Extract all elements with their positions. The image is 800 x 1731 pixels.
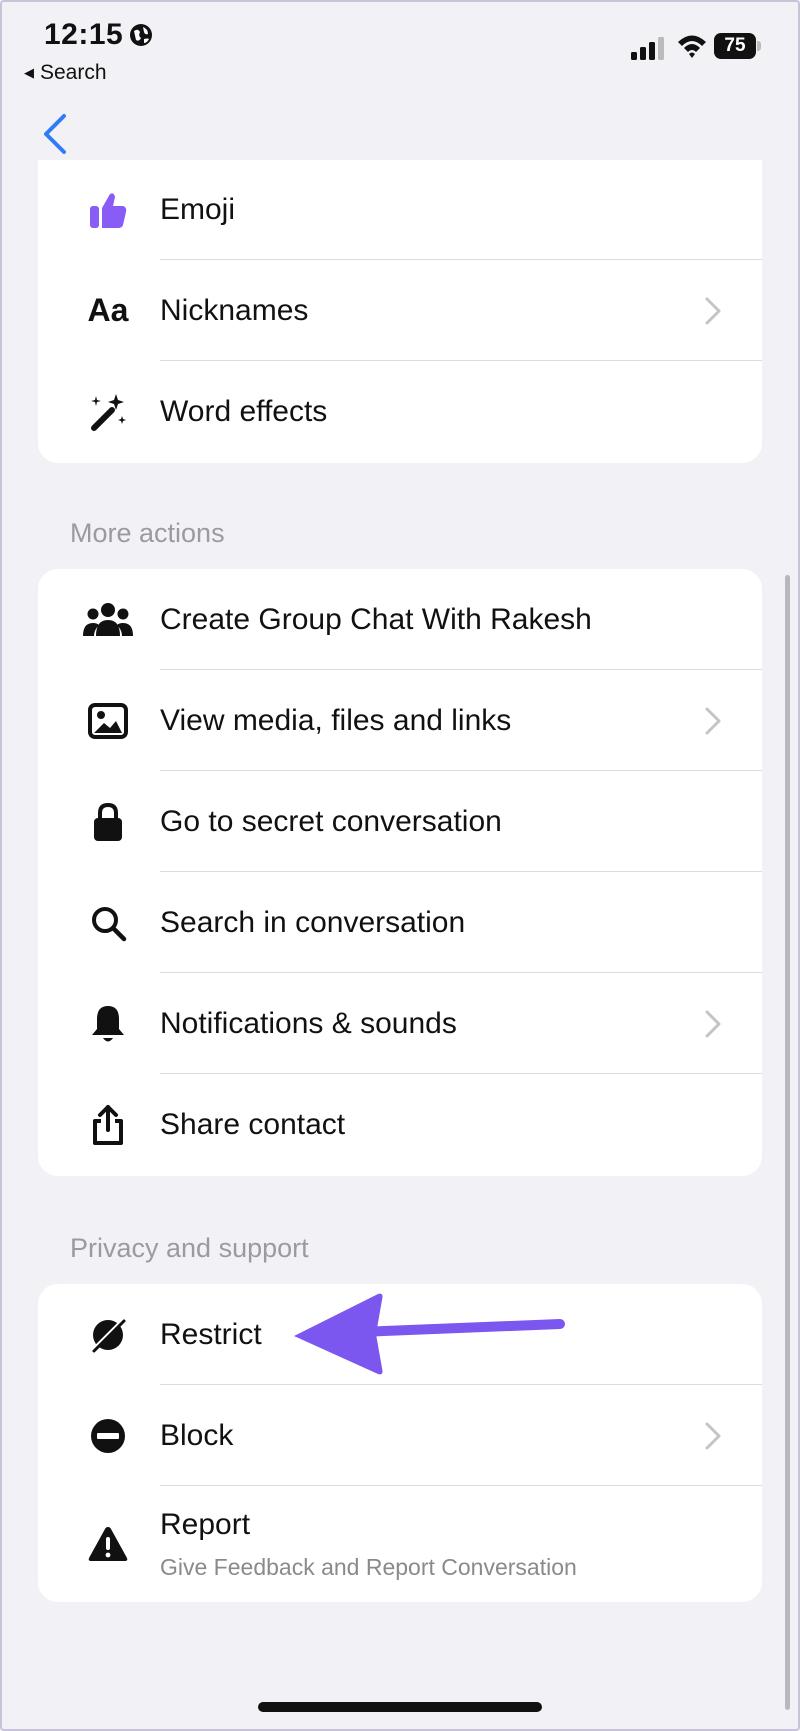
status-bar: 12:15 ◀ Search 75 [0, 0, 800, 95]
row-label: View media, files and links [160, 703, 512, 737]
row-label: Nicknames [160, 293, 309, 327]
back-to-app-button[interactable]: ◀ Search [24, 61, 107, 85]
magic-wand-icon [82, 386, 134, 438]
chevron-right-icon [705, 1422, 721, 1449]
chevron-right-icon [705, 1010, 721, 1037]
image-icon [82, 695, 134, 747]
row-secret-conversation[interactable]: Go to secret conversation [38, 771, 762, 872]
row-nicknames[interactable]: Aa Nicknames [38, 260, 762, 361]
home-indicator[interactable] [258, 1702, 542, 1712]
back-app-label: Search [40, 61, 107, 84]
battery-indicator: 75 [714, 33, 761, 59]
scrollbar[interactable] [785, 575, 790, 1710]
restrict-icon [82, 1309, 134, 1361]
wifi-icon [678, 35, 706, 58]
text-aa-icon: Aa [87, 292, 129, 328]
group-icon [82, 594, 134, 646]
row-view-media[interactable]: View media, files and links [38, 670, 762, 771]
row-notifications[interactable]: Notifications & sounds [38, 973, 762, 1074]
chevron-right-icon [705, 297, 721, 324]
section-header-more-actions: More actions [70, 518, 225, 548]
globe-icon [130, 24, 152, 46]
lock-icon [82, 796, 134, 848]
row-share-contact[interactable]: Share contact [38, 1074, 762, 1175]
row-label: Emoji [160, 193, 236, 226]
more-actions-card: Create Group Chat With Rakesh View media… [38, 569, 762, 1176]
row-search-conversation[interactable]: Search in conversation [38, 872, 762, 973]
battery-level: 75 [714, 33, 756, 59]
row-label: Block [160, 1418, 234, 1452]
thumbs-up-icon [82, 184, 134, 236]
row-label: Search in conversation [160, 905, 466, 939]
status-time: 12:15 [44, 18, 124, 51]
back-chevron-icon[interactable] [40, 112, 70, 156]
row-label: Restrict [160, 1317, 262, 1351]
bell-icon [82, 998, 134, 1050]
warning-icon [82, 1518, 134, 1570]
annotation-arrow-icon [294, 1293, 565, 1375]
row-block[interactable]: Block [38, 1385, 762, 1486]
row-label: Share contact [160, 1107, 346, 1141]
row-word-effects[interactable]: Word effects [38, 361, 762, 462]
row-create-group-chat[interactable]: Create Group Chat With Rakesh [38, 569, 762, 670]
battery-tip [757, 41, 761, 51]
row-label: Word effects [160, 394, 328, 428]
block-icon [82, 1410, 134, 1462]
row-label: Go to secret conversation [160, 804, 502, 838]
cellular-signal-icon [631, 37, 664, 60]
row-sublabel: Give Feedback and Report Conversation [160, 1554, 577, 1580]
row-emoji[interactable]: Emoji [38, 160, 762, 260]
back-triangle-icon: ◀ [24, 65, 34, 80]
search-icon [82, 897, 134, 949]
row-label: Create Group Chat With Rakesh [160, 602, 592, 636]
customization-card: Emoji Aa Nicknames Word effects [38, 160, 762, 463]
chevron-right-icon [705, 707, 721, 734]
share-icon [82, 1099, 134, 1151]
row-label: Notifications & sounds [160, 1006, 457, 1040]
row-label: Report [160, 1508, 251, 1541]
row-report[interactable]: Report Give Feedback and Report Conversa… [38, 1486, 762, 1602]
section-header-privacy-support: Privacy and support [70, 1233, 309, 1263]
